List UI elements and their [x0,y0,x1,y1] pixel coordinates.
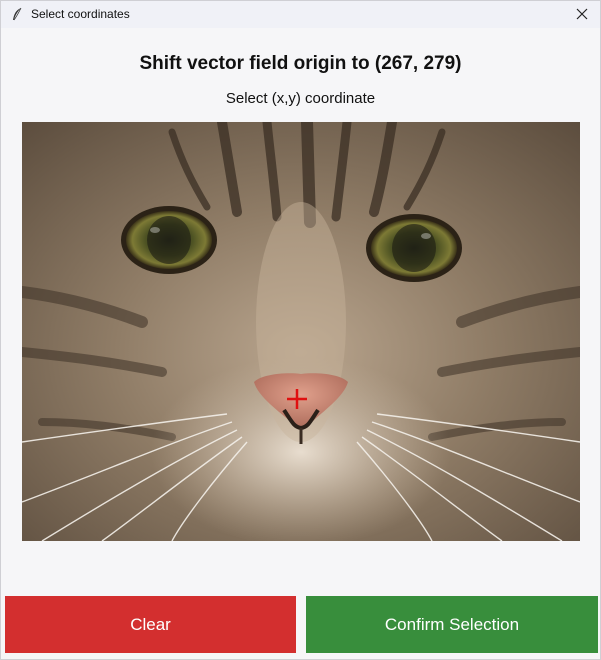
select-coordinates-window: Select coordinates Shift vector field or… [0,0,601,660]
cat-face-photo[interactable] [22,122,580,541]
clear-button[interactable]: Clear [5,596,296,653]
confirm-selection-button[interactable]: Confirm Selection [306,596,598,653]
title-bar: Select coordinates [1,1,600,28]
left-eye [121,206,217,274]
instruction-text: Select (x,y) coordinate [225,90,376,107]
coordinate-image-canvas[interactable] [22,122,580,541]
right-eye [366,214,462,282]
feather-icon [11,7,23,22]
close-icon[interactable] [572,4,592,24]
window-title: Select coordinates [31,7,130,21]
page-title: Shift vector field origin to (267, 279) [139,53,462,74]
